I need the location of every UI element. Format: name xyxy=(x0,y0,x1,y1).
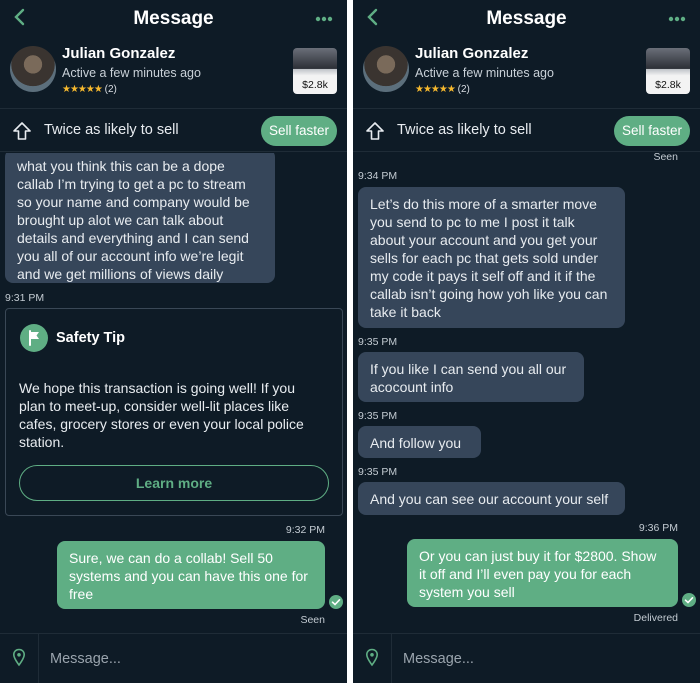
header: Message xyxy=(353,0,700,38)
item-thumbnail[interactable]: $2.8k xyxy=(293,48,337,94)
check-icon xyxy=(329,595,343,609)
safety-tip-body: We hope this transaction is going well! … xyxy=(19,380,304,450)
composer-divider xyxy=(391,634,392,683)
chat-thread[interactable]: Seen 9:34 PM Let’s do this more of a sma… xyxy=(353,153,700,633)
item-price: $2.8k xyxy=(302,79,328,91)
message-bubble-outgoing: Sure, we can do a collab! Sell 50 system… xyxy=(57,541,325,609)
user-name[interactable]: Julian Gonzalez xyxy=(62,45,175,62)
location-pin-icon[interactable] xyxy=(12,648,26,668)
message-bubble-incoming: And you can see our account your self xyxy=(358,482,625,515)
page-title: Message xyxy=(133,8,214,29)
message-bubble-outgoing: Or you can just buy it for $2800. Show i… xyxy=(407,539,678,607)
avatar[interactable] xyxy=(10,46,56,92)
message-timestamp: 9:34 PM xyxy=(358,170,398,182)
active-status: Active a few minutes ago xyxy=(415,66,554,80)
promo-bar: Twice as likely to sell Sell faster xyxy=(0,108,347,152)
more-options-icon[interactable] xyxy=(668,16,686,22)
promo-text: Twice as likely to sell xyxy=(397,122,532,138)
more-options-icon[interactable] xyxy=(315,16,333,22)
item-price: $2.8k xyxy=(655,79,681,91)
item-thumbnail[interactable]: $2.8k xyxy=(646,48,690,94)
avatar[interactable] xyxy=(363,46,409,92)
page-title: Message xyxy=(486,8,567,29)
screen-right: Message Julian Gonzalez Active a few min… xyxy=(353,0,700,683)
safety-tip-title: Safety Tip xyxy=(56,330,126,346)
message-timestamp: 9:35 PM xyxy=(358,336,398,348)
message-status: Seen xyxy=(300,614,325,626)
user-row[interactable]: Julian Gonzalez Active a few minutes ago… xyxy=(0,42,347,100)
active-status: Active a few minutes ago xyxy=(62,66,201,80)
message-timestamp: 9:32 PM xyxy=(285,524,325,536)
user-rating: ★★★★★ (2) xyxy=(62,84,117,95)
flag-icon xyxy=(20,324,48,352)
rating-stars-icon: ★★★★★ xyxy=(62,84,103,95)
user-rating: ★★★★★ (2) xyxy=(415,84,470,95)
composer xyxy=(353,633,700,683)
message-input[interactable] xyxy=(40,642,320,676)
composer-divider xyxy=(38,634,39,683)
location-pin-icon[interactable] xyxy=(365,648,379,668)
header: Message xyxy=(0,0,347,38)
message-bubble-incoming: Let’s do this more of a smarter move you… xyxy=(358,187,625,328)
composer xyxy=(0,633,347,683)
check-icon xyxy=(682,593,696,607)
message-bubble-incoming: what you think this can be a dope callab… xyxy=(5,153,275,283)
message-input[interactable] xyxy=(393,642,673,676)
message-timestamp: 9:31 PM xyxy=(5,292,45,304)
user-name[interactable]: Julian Gonzalez xyxy=(415,45,528,62)
screen-left: Message Julian Gonzalez Active a few min… xyxy=(0,0,347,683)
message-timestamp: 9:35 PM xyxy=(358,466,398,478)
message-bubble-incoming: If you like I can send you all our acoco… xyxy=(358,352,584,402)
chat-thread[interactable]: what you think this can be a dope callab… xyxy=(0,153,347,633)
message-bubble-incoming: And follow you xyxy=(358,426,481,458)
promo-text: Twice as likely to sell xyxy=(44,122,179,138)
message-status: Seen xyxy=(653,153,678,163)
rating-count: (2) xyxy=(457,84,470,95)
learn-more-button[interactable]: Learn more xyxy=(19,465,329,501)
sell-faster-button[interactable]: Sell faster xyxy=(613,116,690,146)
promo-bar: Twice as likely to sell Sell faster xyxy=(353,108,700,152)
arrow-up-icon xyxy=(366,122,384,140)
rating-count: (2) xyxy=(104,84,117,95)
safety-tip-card: Safety Tip We hope this transaction is g… xyxy=(5,308,343,516)
message-timestamp: 9:36 PM xyxy=(638,522,678,534)
message-timestamp: 9:35 PM xyxy=(358,410,398,422)
rating-stars-icon: ★★★★★ xyxy=(415,84,456,95)
message-status: Delivered xyxy=(633,612,678,624)
sell-faster-button[interactable]: Sell faster xyxy=(260,116,337,146)
arrow-up-icon xyxy=(13,122,31,140)
user-row[interactable]: Julian Gonzalez Active a few minutes ago… xyxy=(353,42,700,100)
